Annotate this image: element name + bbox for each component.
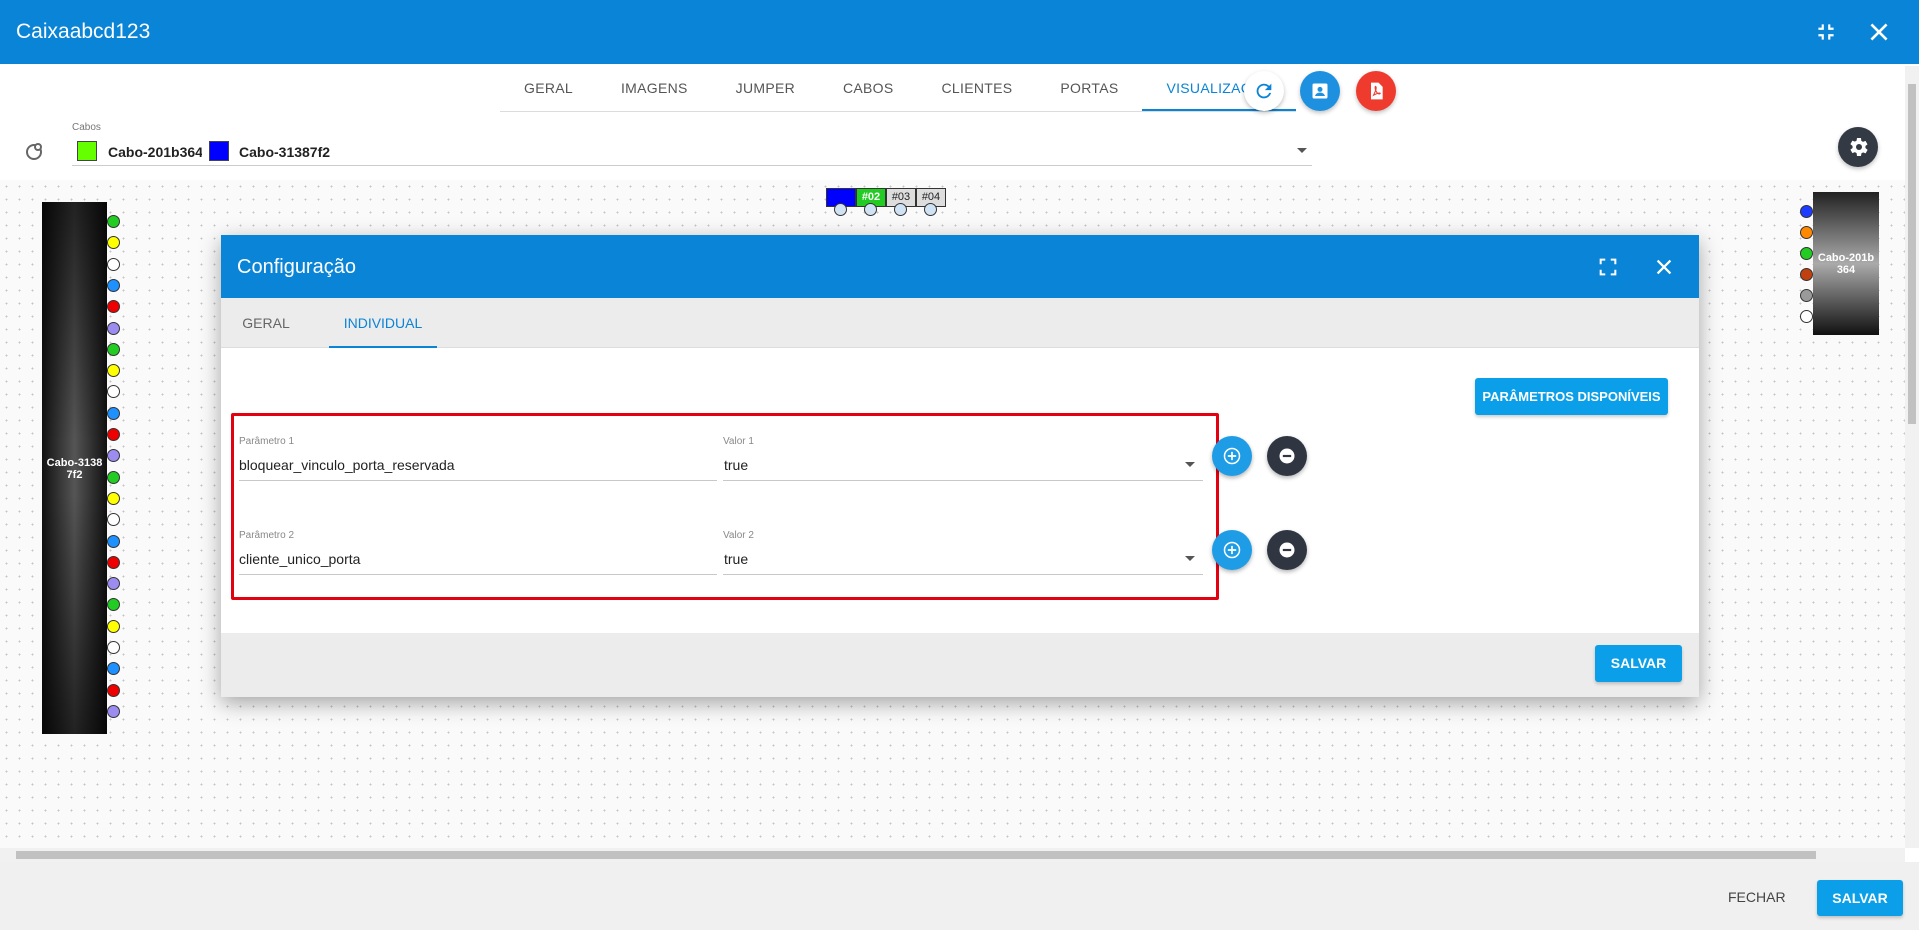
chevron-down-icon[interactable] [1185, 462, 1195, 467]
splitter-port-connector[interactable] [924, 203, 937, 216]
cable-port[interactable] [107, 555, 120, 569]
tab-portas[interactable]: PORTAS [1036, 66, 1142, 111]
contact-icon [1312, 83, 1328, 99]
refresh-icon [1256, 83, 1272, 99]
splitter-port-connector[interactable] [894, 203, 907, 216]
pdf-button[interactable] [1356, 71, 1396, 111]
contact-button[interactable] [1300, 71, 1340, 111]
fullscreen-icon[interactable] [1597, 256, 1619, 278]
pdf-icon [1371, 82, 1383, 100]
settings-button[interactable] [1838, 127, 1878, 167]
tab-clientes[interactable]: CLIENTES [918, 66, 1037, 111]
cable-left-label: Cabo-3138 7f2 [46, 457, 103, 481]
value-select-underline [723, 574, 1203, 575]
value-label: Valor 2 [723, 530, 754, 541]
cables-select[interactable]: Cabo-201b364 Cabo-31387f2 [72, 136, 1312, 166]
tab-imagens[interactable]: IMAGENS [597, 66, 712, 111]
remove-param-button[interactable] [1267, 530, 1307, 570]
minus-icon [1279, 542, 1295, 558]
cable-port[interactable] [107, 278, 120, 292]
modal-tab-geral[interactable]: GERAL [229, 298, 303, 348]
modal-title: Configuração [237, 256, 356, 278]
cable-port[interactable] [107, 342, 120, 356]
param-input[interactable]: bloquear_vinculo_porta_reservada [239, 457, 455, 473]
refresh-button[interactable] [1244, 71, 1284, 111]
horizontal-scrollbar[interactable] [0, 848, 1905, 862]
window-title: Caixaabcd123 [16, 20, 151, 43]
value-select[interactable]: true [724, 551, 748, 567]
param-label: Parâmetro 2 [239, 530, 295, 541]
cable-port[interactable] [107, 534, 120, 548]
value-select-underline [723, 480, 1203, 481]
cable-port[interactable] [1800, 247, 1813, 260]
cable-port[interactable] [107, 704, 120, 718]
settings-icon [1850, 138, 1868, 156]
minus-icon [1279, 448, 1295, 464]
remove-param-button[interactable] [1267, 436, 1307, 476]
modal-tab-individual[interactable]: INDIVIDUAL [329, 298, 437, 348]
collapse-icon[interactable] [1813, 19, 1839, 45]
cable-port[interactable] [107, 641, 120, 654]
close-icon[interactable] [1866, 19, 1892, 45]
cable-port[interactable] [107, 491, 120, 505]
modal-header: Configuração [221, 235, 1699, 298]
cable-color-chip [77, 141, 97, 161]
chevron-down-icon [1297, 148, 1307, 153]
plus-icon [1223, 447, 1241, 465]
available-params-button[interactable]: PARÂMETROS DISPONÍVEIS [1475, 378, 1668, 415]
cable-right-label: Cabo-201b 364 [1817, 252, 1875, 276]
cable-port[interactable] [107, 428, 120, 441]
cables-select-label: Cabos [72, 122, 101, 133]
plus-icon [1223, 541, 1241, 559]
tab-jumper[interactable]: JUMPER [712, 66, 819, 111]
splitter-port-connector[interactable] [864, 203, 877, 216]
cable-port[interactable] [1800, 289, 1813, 302]
value-label: Valor 1 [723, 436, 754, 447]
cable-port[interactable] [107, 257, 120, 271]
cable-chip-label: Cabo-31387f2 [239, 144, 331, 160]
cable-port[interactable] [107, 321, 120, 335]
vertical-scrollbar[interactable] [1905, 66, 1919, 848]
modal-footer: SALVAR [221, 633, 1699, 697]
cable-port[interactable] [107, 215, 120, 228]
cable-port[interactable] [1800, 226, 1813, 239]
cable-port[interactable] [107, 683, 120, 697]
add-param-button[interactable] [1212, 436, 1252, 476]
value-select[interactable]: true [724, 457, 748, 473]
cable-port[interactable] [107, 406, 120, 420]
cable-options-icon[interactable] [22, 139, 46, 163]
modal-close-icon[interactable] [1653, 256, 1675, 278]
cable-port[interactable] [107, 364, 120, 378]
save-button[interactable]: SALVAR [1817, 880, 1903, 916]
param-input-underline [239, 574, 717, 575]
cable-chip-label: Cabo-201b364 [108, 144, 202, 160]
cable-port[interactable] [1800, 310, 1813, 323]
chevron-down-icon[interactable] [1185, 556, 1195, 561]
cable-port[interactable] [107, 619, 120, 633]
modal-save-button[interactable]: SALVAR [1595, 645, 1682, 682]
footer-bar: FECHAR SALVAR [0, 862, 1919, 930]
param-label: Parâmetro 1 [239, 436, 295, 447]
tab-geral[interactable]: GERAL [500, 66, 597, 111]
cable-color-chip [209, 141, 229, 161]
main-tabs: GERAL IMAGENS JUMPER CABOS CLIENTES PORT… [500, 66, 1296, 112]
cable-port[interactable] [107, 470, 120, 484]
splitter-port-connector[interactable] [834, 203, 847, 216]
add-param-button[interactable] [1212, 530, 1252, 570]
modal-tabs: GERAL INDIVIDUAL [221, 298, 1699, 348]
param-input[interactable]: cliente_unico_porta [239, 551, 360, 567]
config-modal: Configuração GERAL INDIVIDUAL PARÂMETROS… [221, 235, 1699, 697]
window-header: Caixaabcd123 [0, 0, 1919, 64]
cable-port[interactable] [107, 577, 120, 591]
tab-cabos[interactable]: CABOS [819, 66, 918, 111]
cable-port[interactable] [1800, 268, 1813, 281]
param-input-underline [239, 480, 717, 481]
close-button[interactable]: FECHAR [1728, 889, 1786, 905]
cable-port[interactable] [1800, 205, 1813, 218]
